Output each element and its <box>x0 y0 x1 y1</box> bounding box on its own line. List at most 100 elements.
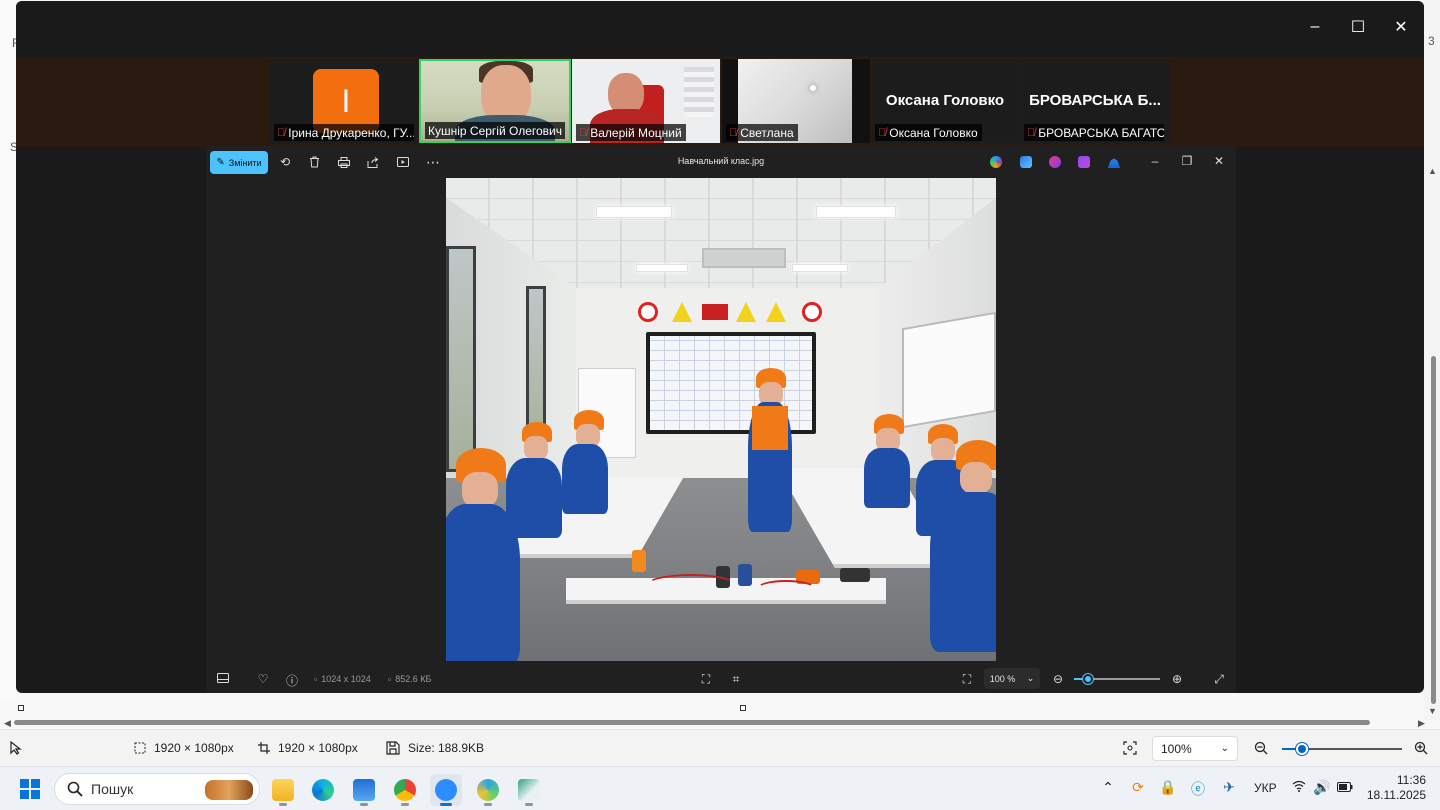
image-file-size: ▫ 852.6 КБ <box>388 674 431 684</box>
clock[interactable]: 11:36 18.11.2025 <box>1364 773 1426 803</box>
zoom-title-bar: – ☐ ✕ <box>16 1 1424 57</box>
skype-icon[interactable]: ⓔ <box>1188 779 1208 799</box>
photos-zoom-slider[interactable] <box>1074 674 1160 684</box>
zoom-app-icon[interactable] <box>430 774 462 806</box>
zoom-out-icon[interactable] <box>1254 741 1268 755</box>
chevron-up-icon[interactable]: ⌃ <box>1098 779 1118 796</box>
paint-right-strip: 3 ▲ ▼ <box>1424 0 1440 720</box>
file-explorer-icon[interactable] <box>267 774 299 806</box>
clock-time: 11:36 <box>1396 773 1426 787</box>
canvas-resize-handle-bottom[interactable] <box>740 705 746 711</box>
paint-app-icon[interactable] <box>472 774 504 806</box>
zoom-out-icon[interactable]: ⊖ <box>1050 672 1066 686</box>
save-icon: ▫ <box>388 674 392 684</box>
image-dimensions-text: 1024 x 1024 <box>321 674 371 684</box>
save-icon <box>386 741 400 755</box>
participant-tile-5[interactable]: Оксана Головко 🎙̸ Оксана Головко <box>871 59 1019 143</box>
vertical-scrollbar-thumb[interactable] <box>1431 356 1436 704</box>
photos-zoom-slider-knob[interactable] <box>1083 674 1093 684</box>
chevron-down-icon: ⌄ <box>1220 743 1229 754</box>
pointer-icon <box>10 741 22 755</box>
photos-viewer-window: ✎ Змінити ⟲ ⋯ Навчальний клас.jpg – ❐ ✕ <box>206 146 1236 693</box>
muted-mic-icon: 🎙̸ <box>1027 127 1036 139</box>
zoom-in-icon[interactable]: ⊕ <box>1169 672 1185 686</box>
minimize-button[interactable]: – <box>1300 15 1330 39</box>
zoom-level-select[interactable]: 100 % ⌄ <box>984 668 1040 689</box>
canvas-resize-handle-left[interactable] <box>18 705 24 711</box>
fit-to-window-icon[interactable]: ⛶ <box>959 672 975 687</box>
clipchamp-icon[interactable] <box>1020 156 1032 168</box>
taskbar: Пошук ⌃ ⟳ 🔒 ⓔ ✈ УКР 🔊 11:36 18.11.2025 <box>0 766 1440 810</box>
zoom-level-select[interactable]: 100% ⌄ <box>1152 736 1238 761</box>
wifi-icon[interactable] <box>1289 779 1309 795</box>
maximize-button[interactable]: ☐ <box>1343 15 1373 39</box>
close-button[interactable]: ✕ <box>1386 15 1416 39</box>
participant-name: БРОВАРСЬКА БАГАТО... <box>1038 126 1164 140</box>
participant-name: Светлана <box>740 126 794 140</box>
battery-icon[interactable] <box>1335 779 1355 795</box>
selection-size: 1920 × 1080px <box>134 741 234 755</box>
taskbar-search[interactable]: Пошук <box>54 773 260 805</box>
clock-date: 18.11.2025 <box>1366 788 1426 802</box>
paint-left-strip: F S <box>0 0 19 700</box>
copilot-icon[interactable] <box>990 156 1002 168</box>
horizontal-scrollbar-thumb[interactable] <box>14 720 1370 725</box>
participant-tile-3[interactable]: 🎙̸ Валерій Моцний <box>572 59 720 143</box>
favorite-heart-icon[interactable]: ♡ <box>255 672 271 686</box>
muted-mic-icon: 🎙̸ <box>729 127 738 139</box>
image-icon: ▫ <box>314 674 318 684</box>
edge-icon[interactable] <box>307 774 339 806</box>
zoom-level-text: 100% <box>1161 741 1192 756</box>
info-icon[interactable]: ⓘ <box>284 672 300 689</box>
scroll-right-arrow-icon[interactable]: ▶ <box>1418 718 1425 729</box>
zoom-slider[interactable] <box>1282 743 1402 755</box>
photos-bottom-bar: ♡ ⓘ ▫ 1024 x 1024 ▫ 852.6 КБ ⛶ ⌗ ⛶ 100 %… <box>206 664 1236 693</box>
zoom-slider-knob[interactable] <box>1296 743 1308 755</box>
scroll-down-arrow-icon[interactable]: ▼ <box>1428 706 1437 716</box>
search-placeholder: Пошук <box>91 781 134 797</box>
sync-icon[interactable]: ⟳ <box>1128 779 1148 796</box>
photos-toolbar: ✎ Змінити ⟲ ⋯ Навчальний клас.jpg – ❐ ✕ <box>206 146 1236 178</box>
screen-app-icon[interactable] <box>513 774 545 806</box>
lock-icon[interactable]: 🔒 <box>1158 779 1178 796</box>
search-icon <box>67 781 83 797</box>
photos-minimize-button[interactable]: – <box>1147 154 1163 168</box>
volume-icon[interactable]: 🔊 <box>1312 779 1332 796</box>
filmstrip-icon[interactable] <box>215 672 231 686</box>
chevron-down-icon: ⌄ <box>1026 673 1035 683</box>
fullscreen-icon[interactable]: ⤢ <box>1211 672 1227 687</box>
designer-icon[interactable] <box>1049 156 1061 168</box>
paint-status-bar: 1920 × 1080px 1920 × 1080px Size: 188.9K… <box>0 729 1440 766</box>
participant-name-label: 🎙̸ БРОВАРСЬКА БАГАТО... <box>1024 124 1164 141</box>
keyboard-language[interactable]: УКР <box>1254 781 1277 795</box>
participant-display-name: Оксана Головко <box>885 92 1005 109</box>
file-size: Size: 188.9KB <box>386 741 484 755</box>
notepad-icon[interactable] <box>348 774 380 806</box>
scan-text-icon[interactable]: ⌗ <box>728 672 744 687</box>
zoom-in-icon[interactable] <box>1414 741 1428 755</box>
scroll-left-arrow-icon[interactable]: ◀ <box>4 718 11 729</box>
participant-name: Кушнір Сергій Олегович <box>428 124 563 138</box>
participant-tile-6[interactable]: БРОВАРСЬКА Б... 🎙̸ БРОВАРСЬКА БАГАТО... <box>1020 59 1170 143</box>
participant-tile-1[interactable]: I 🎙̸ Ірина Друкаренко, ГУ... <box>270 59 418 143</box>
fit-to-window-icon[interactable] <box>1123 741 1137 755</box>
image-dimensions: ▫ 1024 x 1024 <box>314 674 371 684</box>
selection-size-text: 1920 × 1080px <box>154 741 234 755</box>
scroll-up-arrow-icon[interactable]: ▲ <box>1428 166 1437 176</box>
participant-name-label: 🎙̸ Светлана <box>726 124 798 141</box>
clipchamp-video-icon[interactable] <box>1078 156 1090 168</box>
participant-name-label: 🎙̸ Валерій Моцний <box>576 124 686 141</box>
start-button[interactable] <box>20 779 40 799</box>
telegram-icon[interactable]: ✈ <box>1219 779 1239 796</box>
participant-tile-2[interactable]: Кушнір Сергій Олегович <box>419 59 571 143</box>
classroom-photo <box>446 178 996 661</box>
photos-restore-button[interactable]: ❐ <box>1179 154 1195 168</box>
visual-search-icon[interactable]: ⛶ <box>698 672 714 687</box>
participant-tile-4[interactable]: 🎙̸ Светлана <box>722 59 870 143</box>
canvas-size-icon <box>258 742 270 754</box>
muted-mic-icon: 🎙̸ <box>277 127 286 139</box>
search-highlight-image <box>205 780 253 800</box>
chrome-icon[interactable] <box>389 774 421 806</box>
photos-close-button[interactable]: ✕ <box>1211 154 1227 168</box>
muted-mic-icon: 🎙̸ <box>579 127 588 139</box>
